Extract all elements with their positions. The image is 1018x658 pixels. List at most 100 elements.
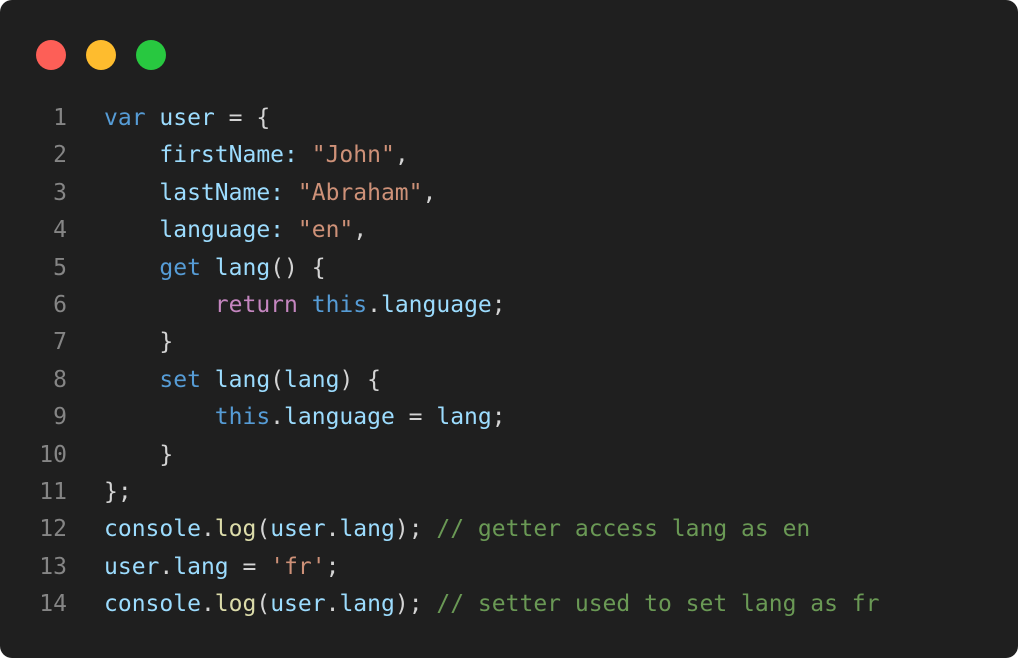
code-token-punctuation: = <box>228 553 271 580</box>
line-number: 7 <box>53 329 67 356</box>
code-text: firstName: "John", <box>104 137 409 174</box>
code-token-punctuation: ; <box>491 404 506 431</box>
code-token-keyword: this <box>214 404 271 431</box>
code-token-punctuation: . <box>159 553 174 580</box>
close-dot-icon[interactable] <box>36 40 66 70</box>
code-text: console.log(user.lang); // setter used t… <box>104 586 880 623</box>
code-token-variable: user <box>104 553 160 580</box>
code-token-variable: lang <box>214 254 271 281</box>
code-token-variable: language <box>284 404 395 431</box>
code-token-variable: lang <box>214 366 271 393</box>
code-token-variable: user <box>270 591 326 618</box>
code-token-punctuation: ( <box>256 591 271 618</box>
line-number: 8 <box>53 366 67 393</box>
line-number: 1 <box>53 105 67 131</box>
line-number: 2 <box>53 142 67 169</box>
zoom-dot-icon[interactable] <box>136 40 166 70</box>
line-number: 12 <box>39 516 67 543</box>
code-text: user.lang = 'fr'; <box>104 549 339 586</box>
code-token-keyword: set <box>159 366 201 393</box>
line-number: 13 <box>39 553 67 580</box>
line-number: 6 <box>53 291 67 318</box>
code-token-punctuation: ); <box>394 516 437 543</box>
code-token-punctuation: . <box>325 516 340 543</box>
code-token-variable: lang <box>339 591 395 618</box>
code-token-variable: : <box>284 142 312 169</box>
code-token-variable: lang <box>173 553 229 580</box>
code-text: this.language = lang; <box>104 399 506 436</box>
code-token-punctuation: } <box>104 441 174 468</box>
code-text: language: "en", <box>104 212 367 249</box>
code-token-string: "John" <box>311 142 395 169</box>
code-token-variable: lang <box>436 404 492 431</box>
code-token-keyword: var <box>104 105 146 131</box>
code-token-variable: lang <box>284 366 340 393</box>
code-text: lastName: "Abraham", <box>104 175 436 212</box>
code-token-punctuation <box>104 292 215 318</box>
code-token-punctuation <box>104 142 159 168</box>
code-token-punctuation: () { <box>270 254 326 281</box>
code-token-variable: language <box>380 291 492 318</box>
code-token-punctuation <box>146 105 160 131</box>
code-token-variable: : <box>270 179 298 206</box>
code-token-variable: console <box>104 516 201 543</box>
code-token-string: "en" <box>297 217 354 244</box>
code-text: return this.language; <box>104 287 506 324</box>
minimize-dot-icon[interactable] <box>86 40 116 70</box>
code-token-control: return <box>214 291 298 318</box>
code-token-punctuation: . <box>200 516 215 543</box>
line-number: 3 <box>53 179 67 206</box>
code-token-variable: lang <box>339 516 395 543</box>
code-text: get lang() { <box>104 250 326 287</box>
code-token-punctuation: . <box>325 591 340 618</box>
code-token-function: log <box>214 591 257 618</box>
line-number: 4 <box>53 217 67 244</box>
code-token-variable: user <box>270 516 326 543</box>
code-token-keyword: this <box>311 291 368 318</box>
code-token-punctuation <box>104 367 159 393</box>
line-number: 10 <box>39 441 67 468</box>
code-token-keyword: get <box>159 254 201 281</box>
code-token-variable: firstName <box>159 142 285 169</box>
code-token-variable: lastName <box>159 179 271 206</box>
code-window: 1 var user = { 2 firstName: "John", 3 lastN… <box>0 0 1018 658</box>
code-token-comment: // setter used to set lang as fr <box>436 591 880 618</box>
code-token-punctuation: ( <box>270 366 285 393</box>
code-token-punctuation <box>104 180 159 206</box>
code-token-punctuation: = <box>394 404 437 431</box>
code-text: set lang(lang) { <box>104 362 381 399</box>
code-token-variable: : <box>270 217 298 244</box>
code-token-string: "Abraham" <box>297 179 423 206</box>
code-token-punctuation <box>104 404 215 430</box>
line-number: 9 <box>53 404 67 431</box>
code-token-punctuation: , <box>353 217 368 244</box>
code-text: console.log(user.lang); // getter access… <box>104 511 810 548</box>
code-token-punctuation: , <box>422 179 437 206</box>
code-text: var user = { <box>104 100 270 137</box>
code-token-comment: // getter access lang as en <box>436 516 811 543</box>
code-token-variable: language <box>159 217 271 244</box>
code-text: } <box>104 437 173 474</box>
code-token-punctuation <box>298 292 312 318</box>
code-token-punctuation <box>104 255 159 281</box>
code-token-punctuation: . <box>270 404 285 431</box>
code-text: } <box>104 324 173 361</box>
code-token-string: 'fr' <box>270 553 326 580</box>
code-token-variable: user <box>159 105 215 131</box>
line-number: 11 <box>39 478 67 505</box>
code-token-punctuation: ( <box>256 516 271 543</box>
code-text: }; <box>104 474 132 511</box>
code-token-punctuation: ); <box>394 591 437 618</box>
code-token-punctuation: ) { <box>339 366 381 393</box>
code-token-punctuation <box>104 217 159 243</box>
code-token-function: log <box>214 516 257 543</box>
code-token-punctuation <box>201 367 215 393</box>
line-number: 14 <box>39 591 67 618</box>
code-token-punctuation: . <box>367 291 381 318</box>
code-token-punctuation: , <box>394 142 409 169</box>
code-token-variable: console <box>104 591 201 618</box>
code-token-punctuation: }; <box>104 478 132 505</box>
code-token-punctuation: ; <box>325 553 340 580</box>
code-token-punctuation <box>201 255 215 281</box>
code-token-punctuation: } <box>104 329 174 356</box>
